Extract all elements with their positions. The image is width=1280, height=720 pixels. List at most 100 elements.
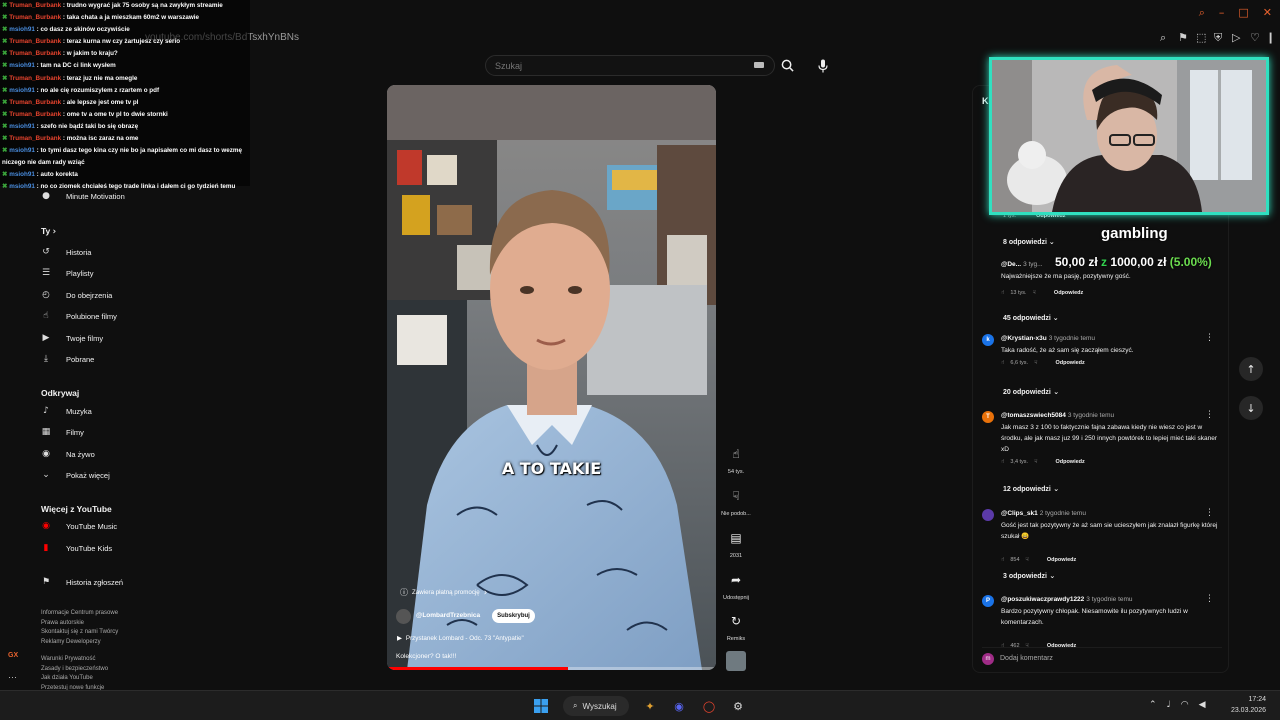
chevron-up-icon[interactable]: ⌃: [1149, 700, 1157, 710]
more-dots-icon[interactable]: ⋯: [8, 672, 17, 683]
sound-thumbnail[interactable]: [726, 651, 746, 671]
search-input[interactable]: [495, 61, 735, 71]
volume-icon[interactable]: ◀: [1199, 700, 1206, 710]
add-comment-field[interactable]: m Dodaj komentarz: [982, 647, 1222, 665]
heart-icon[interactable]: ♡: [1250, 32, 1260, 44]
footer-link[interactable]: Zasady i bezpieczeństwo: [41, 665, 108, 675]
more-options-icon[interactable]: ⋮: [1205, 410, 1214, 420]
remix-button[interactable]: ↻ Remiks: [718, 607, 754, 642]
comment-author[interactable]: @Clips_sk1 2 tygodnie temu: [1001, 510, 1086, 517]
avatar[interactable]: k: [982, 334, 994, 346]
footer-link[interactable]: Prawa autorskie: [41, 619, 118, 629]
search-box[interactable]: [485, 55, 775, 76]
sidebar-item-movies[interactable]: ▦ Filmy: [28, 425, 84, 439]
sidebar-item-liked[interactable]: ☝ Polubione filmy: [28, 309, 117, 323]
share-button[interactable]: ➦ Udostępnij: [718, 566, 754, 601]
previous-short-button[interactable]: ↑: [1239, 357, 1263, 381]
opera-gx-icon[interactable]: ◯: [700, 697, 718, 715]
taskbar-search-label: Wyszukaj: [582, 701, 617, 711]
thumb-up-icon[interactable]: ☝: [1001, 557, 1004, 563]
play-icon[interactable]: ▷: [1232, 32, 1240, 44]
footer-link[interactable]: Warunki Prywatność: [41, 655, 108, 665]
thumb-down-icon[interactable]: ☟: [1034, 360, 1037, 366]
sidebar-item-your-videos[interactable]: ▶ Twoje filmy: [28, 331, 104, 345]
like-button[interactable]: ☝ 54 tys.: [718, 440, 754, 475]
avatar[interactable]: T: [982, 411, 994, 423]
replies-toggle[interactable]: 8 odpowiedzi ⌄: [1003, 238, 1055, 246]
replies-toggle[interactable]: 20 odpowiedzi ⌄: [1003, 388, 1059, 396]
thumb-up-icon[interactable]: ☝: [1001, 360, 1004, 366]
shield-icon[interactable]: ⛨: [1214, 32, 1222, 44]
sidebar-item-live[interactable]: ◉ Na żywo: [28, 447, 95, 461]
slack-icon[interactable]: ✦: [641, 697, 659, 715]
sidebar-item-label: Polubione filmy: [66, 311, 117, 321]
sidebar-item-show-more[interactable]: ⌄ Pokaż więcej: [28, 468, 110, 482]
next-short-button[interactable]: ↓: [1239, 396, 1263, 420]
comments-button[interactable]: ▤ 2031: [718, 524, 754, 559]
footer-link[interactable]: Jak działa YouTube: [41, 674, 108, 684]
replies-toggle[interactable]: 3 odpowiedzi ⌄: [1003, 572, 1055, 580]
avatar[interactable]: [982, 509, 994, 521]
thumb-down-icon[interactable]: ☟: [1026, 557, 1029, 563]
screenshot-icon[interactable]: ⬚: [1196, 32, 1206, 44]
reply-button[interactable]: Odpowiedz: [1047, 557, 1076, 563]
paid-promotion-badge[interactable]: ⓘ Zawiera płatną promocję ›: [400, 587, 487, 598]
channel-name[interactable]: @LombardTrzebnica: [416, 612, 480, 619]
replies-toggle[interactable]: 12 odpowiedzi ⌄: [1003, 485, 1059, 493]
zoom-icon[interactable]: ⌕: [1160, 32, 1166, 44]
video-progress-bar[interactable]: [387, 667, 716, 670]
maximize-icon[interactable]: □: [1238, 6, 1248, 20]
section-you-header[interactable]: Ty ›: [41, 226, 56, 237]
clock[interactable]: 17:24 23.03.2026: [1231, 694, 1266, 716]
minimize-icon[interactable]: –: [1219, 6, 1225, 20]
playlist-link[interactable]: ▶ Przystanek Lombard - Odc. 73 "Antypati…: [397, 635, 524, 642]
comment-author[interactable]: @De... 3 tyg...: [1001, 261, 1043, 268]
dislike-button[interactable]: ☟ Nie podob...: [718, 482, 754, 517]
microphone-icon[interactable]: ♩: [1167, 700, 1171, 710]
sidebar-item-youtube-kids[interactable]: ▮ YouTube Kids: [28, 541, 113, 555]
wifi-icon[interactable]: ◠: [1181, 700, 1189, 710]
app-icon[interactable]: ⚙: [729, 697, 747, 715]
close-icon[interactable]: ✕: [1263, 6, 1272, 20]
taskbar-search[interactable]: ⌕ Wyszukaj: [563, 696, 629, 716]
sidebar-item-watch-later[interactable]: ◴ Do obejrzenia: [28, 288, 112, 302]
channel-avatar[interactable]: [396, 609, 411, 624]
thumb-up-icon[interactable]: ☝: [1001, 290, 1004, 296]
search-button[interactable]: [776, 55, 798, 76]
search-icon[interactable]: ⌕: [1199, 6, 1205, 20]
comment-author[interactable]: @tomaszswiech5084 3 tygodnie temu: [1001, 412, 1114, 419]
thumb-down-icon[interactable]: ☟: [1033, 290, 1036, 296]
keyboard-icon[interactable]: [754, 62, 764, 68]
reply-button[interactable]: Odpowiedz: [1055, 360, 1084, 366]
windows-start-icon[interactable]: [532, 697, 550, 715]
discord-icon[interactable]: ◉: [670, 697, 688, 715]
sidebar-item-youtube-music[interactable]: ◉ YouTube Music: [28, 519, 117, 533]
footer-link[interactable]: Skontaktuj się z nami Twórcy: [41, 628, 118, 638]
comment-text: Bardzo pozytywny chłopak. Niesamowite il…: [1001, 608, 1188, 626]
comment-author[interactable]: @Krystian-x3u 3 tygodnie temu: [1001, 335, 1095, 342]
sidebar-toggle-icon[interactable]: ❙: [1266, 32, 1275, 44]
voice-search-button[interactable]: [812, 55, 834, 76]
footer-link[interactable]: Przetestuj nowe funkcje: [41, 684, 108, 690]
reply-button[interactable]: Odpowiedz: [1055, 459, 1084, 465]
sidebar-item-downloads[interactable]: ⤓ Pobrane: [28, 352, 94, 366]
footer-link[interactable]: Informacje Centrum prasowe: [41, 609, 118, 619]
avatar[interactable]: P: [982, 595, 994, 607]
more-options-icon[interactable]: ⋮: [1205, 594, 1214, 604]
sidebar-item-history[interactable]: ↺ Historia: [28, 245, 91, 259]
sidebar-item-subscription[interactable]: ● Minute Motivation: [28, 189, 125, 203]
reply-button[interactable]: Odpowiedz: [1054, 290, 1083, 296]
more-options-icon[interactable]: ⋮: [1205, 508, 1214, 518]
comment-author[interactable]: @poszukiwaczprawdy1222 3 tygodnie temu: [1001, 596, 1133, 603]
sidebar-item-music[interactable]: ♪ Muzyka: [28, 404, 92, 418]
short-video-player[interactable]: A TO TAKIE ⓘ Zawiera płatną promocję › @…: [387, 85, 716, 670]
sidebar-item-playlists[interactable]: ☰ Playlisty: [28, 266, 94, 280]
pin-icon[interactable]: ⚑: [1178, 32, 1188, 44]
subscribe-button[interactable]: Subskrybuj: [492, 609, 535, 623]
replies-toggle[interactable]: 45 odpowiedzi ⌄: [1003, 314, 1059, 322]
sidebar-item-report-history[interactable]: ⚑ Historia zgłoszeń: [28, 575, 123, 589]
thumb-down-icon[interactable]: ☟: [1034, 459, 1037, 465]
thumb-up-icon[interactable]: ☝: [1001, 459, 1004, 465]
footer-link[interactable]: Reklamy Deweloperzy: [41, 638, 118, 648]
more-options-icon[interactable]: ⋮: [1205, 333, 1214, 343]
